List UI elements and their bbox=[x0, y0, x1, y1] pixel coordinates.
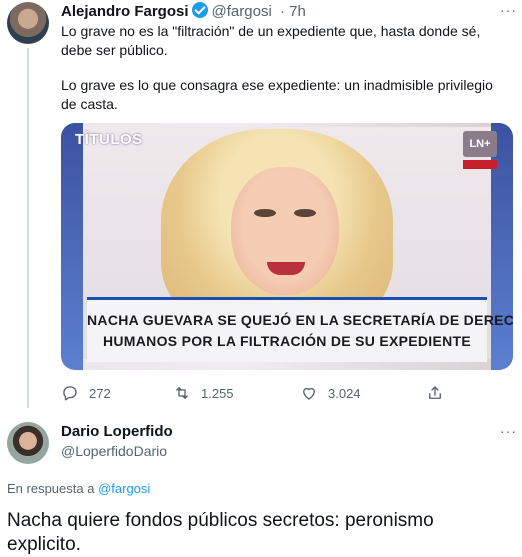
verified-badge-icon bbox=[191, 2, 208, 18]
share-button[interactable] bbox=[426, 384, 444, 402]
tweet-text: Nacha quiere fondos públicos secretos: p… bbox=[7, 510, 434, 555]
retweet-count: 1.255 bbox=[201, 385, 234, 401]
headline-line: HUMANOS POR LA FILTRACIÓN DE SU EXPEDIEN… bbox=[102, 333, 472, 349]
like-button[interactable]: 3.024 bbox=[300, 384, 361, 402]
thread-line bbox=[27, 48, 29, 408]
author-handle[interactable]: @LoperfidoDario bbox=[61, 443, 167, 459]
more-options-button[interactable]: ··· bbox=[500, 2, 517, 18]
retweet-button[interactable]: 1.255 bbox=[173, 384, 234, 402]
like-count: 3.024 bbox=[328, 385, 361, 401]
face bbox=[231, 167, 339, 295]
reply-handle-link[interactable]: @fargosi bbox=[98, 481, 150, 496]
avatar[interactable] bbox=[7, 2, 49, 44]
like-icon bbox=[303, 387, 315, 400]
avatar[interactable] bbox=[7, 422, 49, 464]
tweet-text-paragraph: Lo grave es lo que consagra ese expedien… bbox=[61, 77, 493, 112]
eye bbox=[294, 209, 316, 217]
reply-button[interactable]: 272 bbox=[61, 384, 111, 402]
headline-line: NACHA GUEVARA SE QUEJÓ EN LA SECRETARÍA … bbox=[87, 312, 513, 328]
retweet-icon bbox=[176, 387, 188, 399]
author-name[interactable]: Alejandro Fargosi bbox=[61, 3, 189, 20]
timestamp[interactable]: 7h bbox=[289, 3, 306, 20]
author-name[interactable]: Dario Loperfido bbox=[61, 423, 173, 440]
reply-icon bbox=[63, 386, 77, 401]
author-handle[interactable]: @fargosi bbox=[212, 3, 272, 20]
media-section-label: TÍTULOS bbox=[75, 131, 143, 148]
reply-count: 272 bbox=[89, 385, 111, 401]
tweet-header: Alejandro Fargosi @fargosi · 7h bbox=[61, 2, 306, 20]
more-options-button[interactable]: ··· bbox=[500, 423, 517, 439]
tweet-text-paragraph: Lo grave no es la "filtración" de un exp… bbox=[61, 23, 481, 58]
live-badge bbox=[463, 160, 497, 169]
channel-logo: LN+ bbox=[463, 131, 497, 157]
share-icon bbox=[429, 386, 441, 399]
banner-side bbox=[61, 123, 83, 370]
tweet-media-image[interactable]: TÍTULOS LN+ NACHA GUEVARA SE QUEJÓ EN LA… bbox=[61, 123, 513, 370]
headline-banner: NACHA GUEVARA SE QUEJÓ EN LA SECRETARÍA … bbox=[87, 297, 513, 362]
eye bbox=[254, 209, 276, 217]
mouth bbox=[267, 262, 305, 275]
reply-prefix: En respuesta a bbox=[7, 481, 95, 496]
separator: · bbox=[279, 3, 285, 20]
reply-context: En respuesta a @fargosi bbox=[7, 481, 150, 496]
